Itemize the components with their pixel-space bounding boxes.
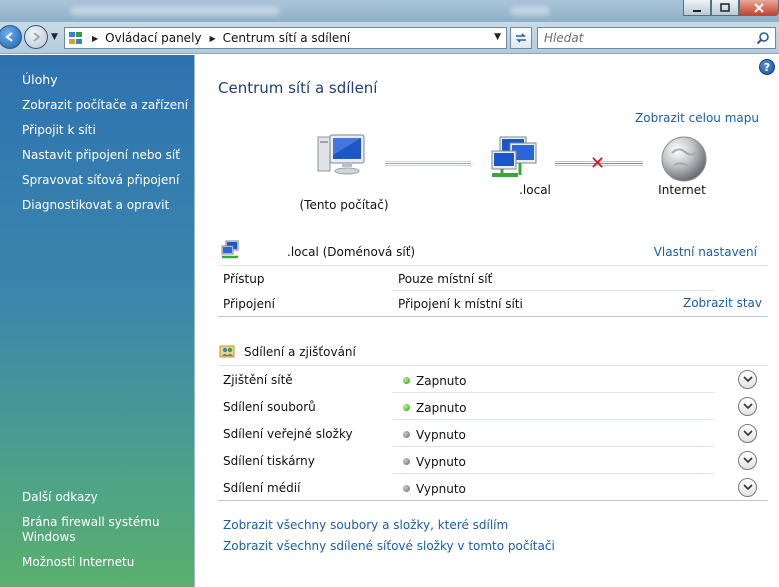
sidebar-item-setup-connection[interactable]: Nastavit připojení nebo síť xyxy=(22,148,180,163)
connection-label: Připojení xyxy=(223,297,275,311)
file-sharing-state: Zapnuto xyxy=(416,401,467,415)
network-discovery-state: Zapnuto xyxy=(416,374,467,388)
breadcrumb-network-center[interactable]: Centrum sítí a sdílení xyxy=(223,31,351,45)
chevron-right-icon[interactable]: ▶ xyxy=(210,34,216,43)
public-folder-sharing-state: Vypnuto xyxy=(416,428,466,442)
page-title: Centrum sítí a sdílení xyxy=(218,79,378,97)
customize-link[interactable]: Vlastní nastavení xyxy=(654,245,757,259)
close-icon[interactable] xyxy=(739,0,779,16)
view-status-link[interactable]: Zobrazit stav xyxy=(683,296,762,310)
sharing-icon xyxy=(219,345,235,358)
maximize-icon[interactable] xyxy=(711,0,739,16)
internet-label: Internet xyxy=(658,183,706,197)
globe-icon[interactable] xyxy=(660,135,708,183)
task-pane: Úlohy Zobrazit počítače a zařízení Připo… xyxy=(0,55,194,587)
blurred-title-right xyxy=(510,6,550,16)
list-item: Sdílení tiskárny Vypnuto xyxy=(218,447,768,474)
public-folder-sharing-label: Sdílení veřejné složky xyxy=(223,427,353,441)
media-sharing-label: Sdílení médií xyxy=(223,481,301,495)
this-computer-label: (Tento počítač) xyxy=(299,198,389,212)
navigation-bar: ▼ ▶ Ovládací panely ▶ Centrum sítí a sdí… xyxy=(0,22,779,54)
computer-icon[interactable] xyxy=(315,133,367,181)
chevron-down-icon xyxy=(742,484,753,491)
sidebar-see-also-title: Další odkazy xyxy=(22,490,98,504)
media-sharing-state: Vypnuto xyxy=(416,482,466,496)
expand-printer-sharing-button[interactable] xyxy=(738,451,757,470)
search-icon[interactable] xyxy=(756,31,770,45)
back-button[interactable] xyxy=(0,25,22,49)
file-sharing-label: Sdílení souborů xyxy=(223,400,316,414)
domain-network-icon xyxy=(221,240,239,259)
title-bar xyxy=(0,0,779,22)
list-item: Sdílení souborů Zapnuto xyxy=(218,393,768,420)
network-discovery-label: Zjištění sítě xyxy=(223,373,293,387)
table-row: Připojení Připojení k místní síti Zobraz… xyxy=(218,291,768,317)
refresh-button[interactable] xyxy=(510,27,532,49)
sidebar-item-diagnose[interactable]: Diagnostikovat a opravit xyxy=(22,198,169,213)
sidebar-item-firewall[interactable]: Brána firewall systému Windows xyxy=(22,515,172,545)
chevron-right-icon[interactable]: ▶ xyxy=(92,34,98,43)
list-item: Sdílení médií Vypnuto xyxy=(218,474,768,501)
refresh-icon xyxy=(516,33,526,43)
network-properties: Přístup Pouze místní síť Připojení Připo… xyxy=(218,265,768,317)
connection-value: Připojení k místní síti xyxy=(398,297,523,311)
address-dropdown-icon[interactable]: ▼ xyxy=(494,32,501,42)
status-off-icon xyxy=(403,431,410,438)
forward-button[interactable] xyxy=(24,25,48,49)
main-content: ? Centrum sítí a sdílení Zobrazit celou … xyxy=(194,55,779,587)
status-off-icon xyxy=(403,485,410,492)
chevron-down-icon xyxy=(742,457,753,464)
connection-line-local xyxy=(385,161,471,166)
status-on-icon xyxy=(403,404,410,411)
list-item: Sdílení veřejné složky Vypnuto xyxy=(218,420,768,447)
sharing-title: Sdílení a zjišťování xyxy=(244,345,356,359)
access-value: Pouze místní síť xyxy=(398,272,493,286)
printer-sharing-label: Sdílení tiskárny xyxy=(223,454,315,468)
blurred-title xyxy=(70,6,280,16)
control-panel-icon xyxy=(68,30,84,46)
sidebar-tasks-title: Úlohy xyxy=(22,72,58,87)
network-icon[interactable] xyxy=(488,135,540,181)
view-full-map-link[interactable]: Zobrazit celou mapu xyxy=(635,111,759,125)
show-shared-network-folders-link[interactable]: Zobrazit všechny sdílené síťové složky v… xyxy=(223,539,555,553)
no-connection-icon: ✕ xyxy=(590,153,606,174)
sharing-list: Zjištění sítě Zapnuto Sdílení souborů Za… xyxy=(218,365,768,501)
search-box[interactable] xyxy=(537,27,776,49)
window-controls xyxy=(683,0,779,16)
status-off-icon xyxy=(403,458,410,465)
search-input[interactable] xyxy=(544,28,754,48)
expand-public-folder-button[interactable] xyxy=(738,424,757,443)
recent-pages-dropdown[interactable]: ▼ xyxy=(51,32,58,42)
minimize-icon[interactable] xyxy=(683,0,711,16)
list-item: Zjištění sítě Zapnuto xyxy=(218,366,768,393)
sidebar-item-manage-connections[interactable]: Spravovat síťová připojení xyxy=(22,173,179,188)
chevron-down-icon xyxy=(742,376,753,383)
status-on-icon xyxy=(403,377,410,384)
network-name: .local (Doménová síť) xyxy=(287,245,416,259)
address-bar[interactable]: ▶ Ovládací panely ▶ Centrum sítí a sdíle… xyxy=(64,27,507,49)
expand-media-sharing-button[interactable] xyxy=(738,478,757,497)
show-shared-files-link[interactable]: Zobrazit všechny soubory a složky, které… xyxy=(223,518,508,532)
network-name-label: .local xyxy=(519,183,551,197)
chevron-down-icon xyxy=(742,403,753,410)
sidebar-item-connect[interactable]: Připojit k síti xyxy=(22,123,96,138)
access-label: Přístup xyxy=(223,272,265,286)
expand-network-discovery-button[interactable] xyxy=(738,370,757,389)
chevron-down-icon xyxy=(742,430,753,437)
sidebar-item-view-computers[interactable]: Zobrazit počítače a zařízení xyxy=(22,98,188,113)
help-icon[interactable]: ? xyxy=(759,59,775,75)
expand-file-sharing-button[interactable] xyxy=(738,397,757,416)
printer-sharing-state: Vypnuto xyxy=(416,455,466,469)
sidebar-item-internet-options[interactable]: Možnosti Internetu xyxy=(22,555,134,570)
breadcrumb-control-panel[interactable]: Ovládací panely xyxy=(105,31,201,45)
table-row: Přístup Pouze místní síť xyxy=(218,265,768,291)
